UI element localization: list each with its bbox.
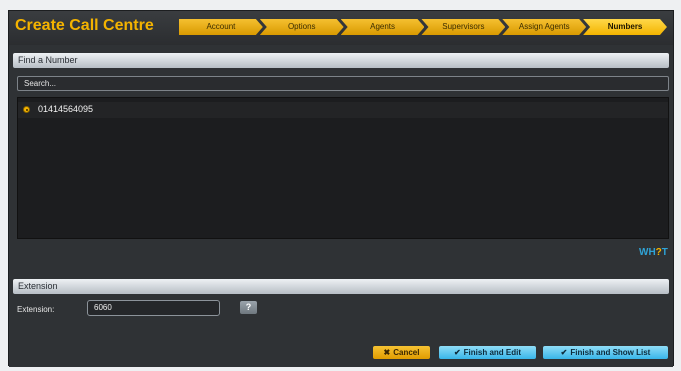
search-input[interactable]: Search...: [17, 76, 669, 91]
finish-and-edit-button[interactable]: ✔ Finish and Edit: [439, 346, 536, 359]
number-label: 01414564095: [38, 104, 94, 114]
whyt-logo: WH?T: [639, 247, 668, 258]
step-agents[interactable]: Agents: [341, 19, 425, 35]
extension-label: Extension:: [17, 305, 55, 314]
finish-and-show-list-button[interactable]: ✔ Finish and Show List: [543, 346, 668, 359]
extension-header: Extension: [13, 279, 669, 294]
help-icon[interactable]: ?: [240, 301, 257, 314]
wizard-steps: Account Options Agents Supervisors Assig…: [179, 19, 667, 35]
step-account[interactable]: Account: [179, 19, 263, 35]
window-title: Create Call Centre: [15, 17, 154, 34]
extension-field[interactable]: 6060: [87, 300, 220, 316]
find-number-header: Find a Number: [13, 53, 669, 68]
cancel-icon: ✖: [383, 348, 391, 357]
number-list: 01414564095: [17, 97, 669, 239]
cancel-button[interactable]: ✖ Cancel: [373, 346, 430, 359]
step-options[interactable]: Options: [260, 19, 344, 35]
step-supervisors[interactable]: Supervisors: [421, 19, 505, 35]
check-icon: ✔: [453, 348, 461, 357]
step-assign-agents[interactable]: Assign Agents: [502, 19, 586, 35]
title-bar: Create Call Centre Account Options Agent…: [9, 11, 673, 45]
check-icon: ✔: [560, 348, 568, 357]
step-numbers[interactable]: Numbers: [583, 19, 667, 35]
footer-bar: ✖ Cancel ✔ Finish and Edit ✔ Finish and Sho…: [9, 341, 673, 367]
create-call-centre-window: Create Call Centre Account Options Agent…: [8, 10, 674, 367]
radio-selected-icon[interactable]: [23, 106, 30, 113]
list-item[interactable]: 01414564095: [18, 102, 668, 118]
